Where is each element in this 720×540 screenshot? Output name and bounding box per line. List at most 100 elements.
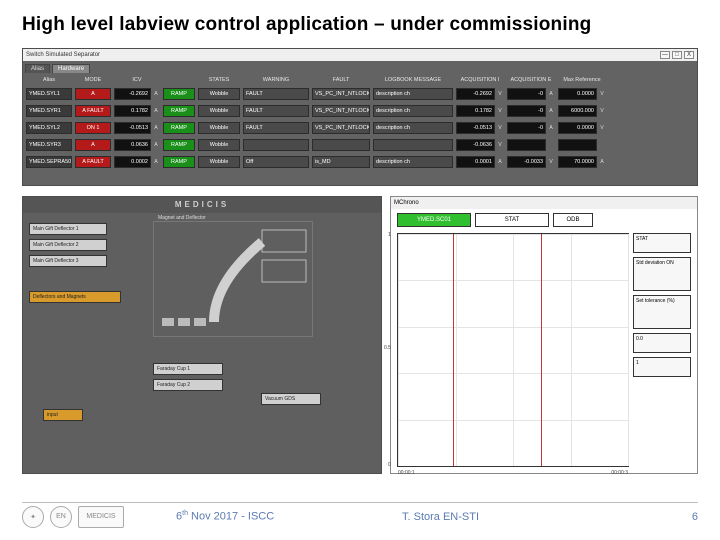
odb-chip[interactable]: ODB [553, 213, 593, 227]
alias-cell: YMED.SYL1 [26, 88, 72, 100]
state-cell: Wobble [198, 139, 240, 151]
icv-cell: 0.1782 [114, 105, 151, 117]
side-val1: 1 [633, 357, 691, 377]
ramp-button[interactable]: RAMP [163, 156, 195, 168]
alias-cell: YMED.SEPRA5000-1 [26, 156, 72, 168]
aq2-cell: -0.0033 [507, 156, 546, 168]
faraday-cup-2[interactable]: Faraday Cup 2 [153, 379, 223, 391]
state-cell: Wobble [198, 88, 240, 100]
channel-chip[interactable]: YMED.SC01 [397, 213, 471, 227]
warn-cell [243, 139, 309, 151]
state-cell: Wobble [198, 122, 240, 134]
aq1-cell: 0.0001 [456, 156, 495, 168]
tab-bar: Alias Hardware [23, 61, 697, 73]
minimize-icon[interactable]: — [660, 51, 670, 59]
deflector-btn-2[interactable]: Main Gift Deflector 2 [29, 239, 107, 251]
diagram-brand: MEDICIS [23, 197, 381, 213]
stat-chip[interactable]: STAT [475, 213, 549, 227]
slide-footer: ✦ EN MEDICIS 6th Nov 2017 - ISCC T. Stor… [22, 502, 698, 530]
cern-logo-icon: ✦ [22, 506, 44, 528]
grid-row: YMED.SYL1A-0.2692ARAMPWobbleFAULTVS_PC_I… [23, 87, 697, 101]
aq2-cell: -0 [507, 105, 546, 117]
side-stat: STAT [633, 233, 691, 253]
chart-titlebar: MChrono [391, 197, 697, 209]
aq1-cell: -0.2692 [456, 88, 495, 100]
aq1-cell: -0.0513 [456, 122, 495, 134]
maximize-icon[interactable]: □ [672, 51, 682, 59]
tab-alias[interactable]: Alias [25, 64, 50, 73]
ramp-button[interactable]: RAMP [163, 88, 195, 100]
grid-row: YMED.SYL2ON 1-0.0513ARAMPWobbleFAULTVS_P… [23, 121, 697, 135]
beamline-diagram-icon [154, 222, 314, 338]
tab-hardware[interactable]: Hardware [52, 64, 90, 73]
warn-cell: FAULT [243, 88, 309, 100]
grid-row: YMED.SEPRA5000-1A FAULT0.0002ARAMPWobble… [23, 155, 697, 169]
deflector-btn-1[interactable]: Main Gift Deflector 1 [29, 223, 107, 235]
fault-cell: VS_PC_INT_NTLOCK ch_14 [312, 88, 370, 100]
aq1-cell: -0.0636 [456, 139, 495, 151]
footer-author: T. Stora EN-STI [402, 511, 479, 523]
vacuum-gds[interactable]: Vacuum GDS [261, 393, 321, 405]
fault-cell: VS_PC_INT_NTLOCK ch_14 [312, 122, 370, 134]
aq2-cell [507, 139, 546, 151]
aq2-cell: -0 [507, 122, 546, 134]
icv-cell: 0.0636 [114, 139, 151, 151]
ramp-button[interactable]: RAMP [163, 139, 195, 151]
grid-row: YMED.SYR1A FAULT0.1782ARAMPWobbleFAULTVS… [23, 104, 697, 118]
alias-cell: YMED.SYR1 [26, 105, 72, 117]
mode-cell[interactable]: A FAULT [75, 105, 111, 117]
chart-plot: 1 0.5 0 00:00:1 00:00:3 [397, 233, 629, 467]
fault-cell [312, 139, 370, 151]
ramp-button[interactable]: RAMP [163, 105, 195, 117]
icv-cell: -0.2692 [114, 88, 151, 100]
side-val0: 0.0 [633, 333, 691, 353]
en-logo-icon: EN [50, 506, 72, 528]
side-stddev: Std deviation ON [633, 257, 691, 291]
warn-cell: FAULT [243, 105, 309, 117]
max-cell: 0.0000 [558, 88, 597, 100]
mode-cell[interactable]: A [75, 139, 111, 151]
footer-date: 6th Nov 2017 - ISCC [176, 510, 274, 523]
mode-cell[interactable]: A FAULT [75, 156, 111, 168]
log-cell: description ch [373, 122, 453, 134]
grid-row: YMED.SYR3A0.0636ARAMPWobble-0.0636V [23, 138, 697, 152]
diagram-canvas: Magnet and Deflector [153, 221, 313, 337]
max-cell: 0.0000 [558, 122, 597, 134]
state-cell: Wobble [198, 156, 240, 168]
chart-window-title: MChrono [394, 200, 419, 206]
mode-cell[interactable]: ON 1 [75, 122, 111, 134]
orange-input-button[interactable]: input [43, 409, 83, 421]
deflector-btn-3[interactable]: Main Gift Deflector 3 [29, 255, 107, 267]
side-tol: Set tolerance (%) [633, 295, 691, 329]
grid-header: AliasMODEICVSTATESWARNINGFAULTLOGBOOK ME… [23, 75, 697, 85]
max-cell: 6000.000 [558, 105, 597, 117]
faraday-cup-1[interactable]: Faraday Cup 1 [153, 363, 223, 375]
log-cell: description ch [373, 88, 453, 100]
chart-window: MChrono YMED.SC01 STAT ODB 1 0.5 0 00:00… [390, 196, 698, 474]
window-titlebar: Switch Simulated Separator — □ X [23, 49, 697, 61]
fault-cell: VS_PC_INT_NTLOCK ch_14 [312, 105, 370, 117]
footer-page: 6 [692, 511, 698, 523]
slide-title: High level labview control application –… [22, 14, 698, 36]
control-grid-window: Switch Simulated Separator — □ X Alias H… [22, 48, 698, 186]
log-cell: description ch [373, 105, 453, 117]
orange-deflectors-button[interactable]: Deflectors and Magnets [29, 291, 121, 303]
warn-cell: FAULT [243, 122, 309, 134]
mode-cell[interactable]: A [75, 88, 111, 100]
alias-cell: YMED.SYR3 [26, 139, 72, 151]
ramp-button[interactable]: RAMP [163, 122, 195, 134]
warn-cell: Off [243, 156, 309, 168]
state-cell: Wobble [198, 105, 240, 117]
icv-cell: 0.0002 [114, 156, 151, 168]
window-title: Switch Simulated Separator [26, 52, 100, 58]
aq1-cell: 0.1782 [456, 105, 495, 117]
close-icon[interactable]: X [684, 51, 694, 59]
max-cell [558, 139, 597, 151]
icv-cell: -0.0513 [114, 122, 151, 134]
aq2-cell: -0 [507, 88, 546, 100]
max-cell: 70.0000 [558, 156, 597, 168]
alias-cell: YMED.SYL2 [26, 122, 72, 134]
medicis-logo-icon: MEDICIS [78, 506, 124, 528]
log-cell: description ch [373, 156, 453, 168]
fault-cell: is_MD [312, 156, 370, 168]
